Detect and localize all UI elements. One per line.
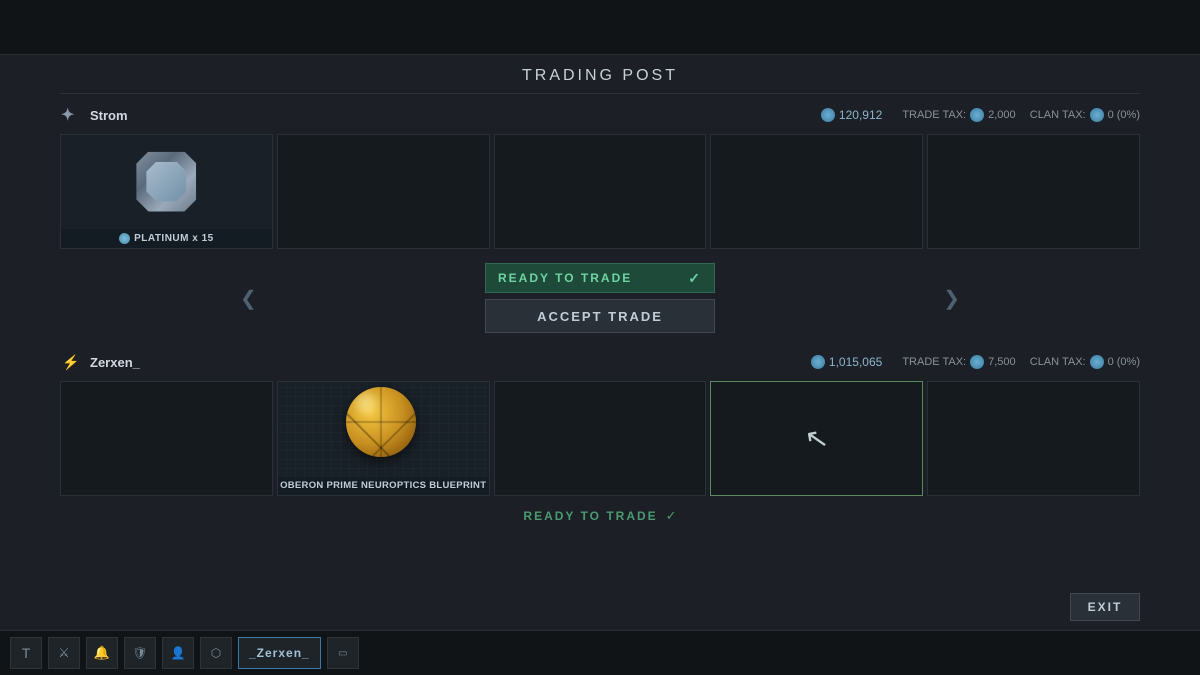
- taskbar-btn-shield[interactable]: 🛡: [124, 637, 156, 669]
- item-slot-blueprint[interactable]: OBERON PRIME NEUROPTICS BLUEPRINT: [277, 381, 490, 496]
- taskbar-btn-sword[interactable]: ⚔: [48, 637, 80, 669]
- plat-icon-b: [811, 355, 825, 369]
- plat-label-icon: [119, 233, 130, 244]
- platinum-label: PLATINUM x 15: [61, 229, 272, 248]
- plat-icon-clan: [1090, 108, 1104, 122]
- bottom-platinum-value: 1,015,065: [829, 355, 882, 369]
- taskbar-btn-frame[interactable]: ⬡: [200, 637, 232, 669]
- platinum-label-text: PLATINUM x 15: [134, 233, 214, 244]
- exit-label: EXIT: [1088, 600, 1123, 614]
- bottom-ready-text: READY TO TRADE: [523, 509, 657, 523]
- item-slot-empty-3[interactable]: [710, 134, 923, 249]
- trade-tax-label: TRADE TAX:: [902, 109, 966, 121]
- page-title: TRADING POST: [60, 67, 1140, 85]
- plat-icon-tax: [970, 108, 984, 122]
- plat-icon: [821, 108, 835, 122]
- item-slot-b-empty-3[interactable]: [927, 381, 1140, 496]
- taskbar: T ⚔ 🔔 🛡 👤 ⬡ _Zerxen_ ▭: [0, 630, 1200, 675]
- exit-button[interactable]: EXIT: [1070, 593, 1140, 621]
- sun-icon: [61, 105, 81, 125]
- taskbar-t-icon: T: [22, 645, 31, 661]
- top-trader-stats: 120,912 TRADE TAX: 2,000 CLAN TAX: 0 (0%…: [821, 108, 1140, 122]
- cursor-icon: ↖: [803, 423, 831, 455]
- sword-icon: ⚔: [58, 645, 70, 661]
- bottom-ready-checkmark: ✓: [666, 508, 677, 524]
- item-slot-cursor[interactable]: ↖: [710, 381, 923, 496]
- ready-label: READY TO TRADE: [498, 271, 632, 285]
- frame-icon: ⬡: [211, 646, 221, 660]
- plat-icon-tax-b: [970, 355, 984, 369]
- top-trader-name-text: Strom: [90, 108, 128, 123]
- bell-icon: 🔔: [94, 645, 110, 661]
- plat-icon-clan-b: [1090, 355, 1104, 369]
- taskbar-btn-t[interactable]: T: [10, 637, 42, 669]
- plat-inner: [146, 162, 186, 202]
- top-trade-tax: TRADE TAX: 2,000 CLAN TAX: 0 (0%): [902, 108, 1140, 122]
- top-bar: [0, 0, 1200, 55]
- title-bar: TRADING POST: [60, 55, 1140, 94]
- item-slot-b-empty-1[interactable]: [60, 381, 273, 496]
- shield-icon: 🛡: [132, 646, 147, 660]
- top-trader-header: Strom 120,912 TRADE TAX: 2,000 CLAN TAX:…: [60, 104, 1140, 126]
- top-trader-section: Strom 120,912 TRADE TAX: 2,000 CLAN TAX:…: [60, 94, 1140, 255]
- item-slot-b-empty-2[interactable]: [494, 381, 707, 496]
- top-trade-tax-value: 2,000: [988, 109, 1016, 121]
- bottom-trader-icon: [60, 351, 82, 373]
- profile-icon: 👤: [171, 646, 186, 660]
- plat-container: [136, 152, 196, 212]
- bottom-trader-stats: 1,015,065 TRADE TAX: 7,500 CLAN TAX: 0 (…: [811, 355, 1140, 369]
- clan-tax-label: CLAN TAX:: [1030, 109, 1086, 121]
- trade-tax-label-b: TRADE TAX:: [902, 356, 966, 368]
- arrow-left-icon: ❮: [240, 286, 257, 311]
- blueprint-label: OBERON PRIME NEUROPTICS BLUEPRINT: [278, 477, 489, 495]
- blueprint-sphere: [346, 387, 421, 462]
- bird-icon: [62, 354, 79, 371]
- top-platinum-value: 120,912: [839, 108, 882, 122]
- bottom-clan-tax-value: 0 (0%): [1108, 356, 1140, 368]
- bottom-trade-tax: TRADE TAX: 7,500 CLAN TAX: 0 (0%): [902, 355, 1140, 369]
- bottom-trader-name-text: Zerxen_: [90, 355, 140, 370]
- taskbar-btn-extra[interactable]: ▭: [327, 637, 359, 669]
- ready-checkmark: ✓: [688, 270, 702, 287]
- bottom-items-grid: OBERON PRIME NEUROPTICS BLUEPRINT ↖: [60, 381, 1140, 496]
- item-slot-empty-4[interactable]: [927, 134, 1140, 249]
- sphere-main: [346, 387, 416, 457]
- top-clan-tax-value: 0 (0%): [1108, 109, 1140, 121]
- top-platinum-amount: 120,912: [821, 108, 882, 122]
- ready-to-trade-button[interactable]: READY TO TRADE ✓: [485, 263, 715, 293]
- accept-trade-button[interactable]: ACCEPT TRADE: [485, 299, 715, 333]
- taskbar-btn-bell[interactable]: 🔔: [86, 637, 118, 669]
- accept-label: ACCEPT TRADE: [537, 309, 663, 324]
- main-content: TRADING POST Strom 120,912 TRADE TAX: 2,…: [0, 55, 1200, 630]
- middle-controls: ❮ ❯ READY TO TRADE ✓ ACCEPT TRADE: [60, 255, 1140, 341]
- clan-tax-label-b: CLAN TAX:: [1030, 356, 1086, 368]
- bottom-trade-tax-value: 7,500: [988, 356, 1016, 368]
- taskbar-username: _Zerxen_: [238, 637, 321, 669]
- item-slot-empty-2[interactable]: [494, 134, 707, 249]
- extra-icon: ▭: [338, 648, 347, 659]
- platinum-visual: [131, 147, 201, 217]
- top-items-grid: PLATINUM x 15: [60, 134, 1140, 249]
- sphere-panels: [346, 387, 416, 457]
- item-slot-platinum[interactable]: PLATINUM x 15: [60, 134, 273, 249]
- bottom-trader-section: Zerxen_ 1,015,065 TRADE TAX: 7,500 CLAN …: [60, 341, 1140, 502]
- top-trader-icon: [60, 104, 82, 126]
- bottom-trader-header: Zerxen_ 1,015,065 TRADE TAX: 7,500 CLAN …: [60, 351, 1140, 373]
- taskbar-btn-profile[interactable]: 👤: [162, 637, 194, 669]
- item-slot-empty-1[interactable]: [277, 134, 490, 249]
- bottom-trader-name: Zerxen_: [60, 351, 140, 373]
- top-trader-name: Strom: [60, 104, 128, 126]
- bottom-platinum-amount: 1,015,065: [811, 355, 882, 369]
- arrow-right-icon: ❯: [943, 286, 960, 311]
- bottom-ready-section: READY TO TRADE ✓: [60, 502, 1140, 530]
